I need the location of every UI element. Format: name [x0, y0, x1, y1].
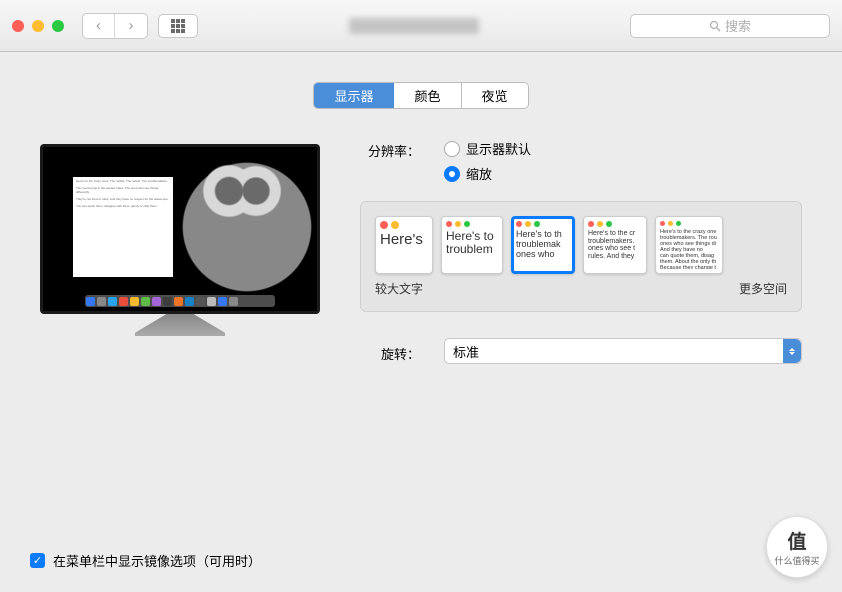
watermark-brand: 值	[787, 527, 806, 554]
window-preview: Here's to the crazy ones. The misfits. T…	[73, 177, 173, 277]
tab-color[interactable]: 颜色	[394, 83, 461, 108]
rotation-select[interactable]: 标准	[444, 338, 802, 364]
checkbox-checked-icon[interactable]: ✓	[30, 553, 45, 568]
radio-default-label: 显示器默认	[466, 139, 531, 158]
scale-option-1[interactable]: Here's	[375, 216, 433, 274]
chevron-updown-icon	[783, 339, 801, 363]
search-placeholder: 搜索	[725, 16, 751, 35]
radio-default[interactable]: 显示器默认	[444, 139, 531, 158]
scale-option-5[interactable]: Here's to the crazy one troublemakers. T…	[655, 216, 723, 274]
rotation-label: 旋转：	[360, 340, 420, 363]
window-title-blurred	[208, 18, 620, 34]
rotation-value: 标准	[453, 342, 479, 361]
monitor-stand	[135, 314, 225, 336]
resolution-label: 分辨率：	[360, 139, 420, 160]
window-toolbar: ‹ › 搜索	[0, 0, 842, 52]
scale-option-2[interactable]: Here's to troublem	[441, 216, 503, 274]
dock-preview	[85, 295, 275, 307]
grid-icon	[171, 19, 185, 33]
radio-scaled[interactable]: 缩放	[444, 164, 531, 183]
grid-button[interactable]	[158, 14, 198, 38]
forward-button[interactable]: ›	[115, 14, 147, 38]
tab-display[interactable]: 显示器	[314, 83, 394, 108]
close-icon[interactable]	[12, 20, 24, 32]
back-button[interactable]: ‹	[83, 14, 115, 38]
search-icon	[709, 20, 721, 32]
content-area: 显示器 颜色 夜览 Here's to the crazy ones. The …	[0, 52, 842, 394]
monitor-preview: Here's to the crazy ones. The misfits. T…	[40, 144, 320, 344]
scale-option-4[interactable]: Here's to the cr troublemakers. ones who…	[583, 216, 647, 274]
traffic-lights	[12, 20, 64, 32]
watermark-badge: 值 什么值得买	[766, 516, 828, 578]
nav-buttons: ‹ ›	[82, 13, 148, 39]
scale-label-larger: 较大文字	[375, 280, 423, 297]
tab-night[interactable]: 夜览	[462, 83, 528, 108]
scale-option-3[interactable]: Here's to th troublemak ones who	[511, 216, 575, 274]
minimize-icon[interactable]	[32, 20, 44, 32]
mirror-option[interactable]: ✓ 在菜单栏中显示镜像选项（可用时）	[30, 551, 261, 570]
radio-scaled-label: 缩放	[466, 164, 492, 183]
zoom-icon[interactable]	[52, 20, 64, 32]
scale-picker: Here's Here's to troublem Here's to th t…	[360, 201, 802, 312]
scale-label-more-space: 更多空间	[739, 280, 787, 297]
search-input[interactable]: 搜索	[630, 14, 830, 38]
mirror-label: 在菜单栏中显示镜像选项（可用时）	[53, 551, 261, 570]
radio-icon	[444, 141, 460, 157]
radio-icon	[444, 166, 460, 182]
watermark-tagline: 什么值得买	[774, 554, 819, 567]
wallpaper-preview	[157, 144, 320, 314]
tab-bar: 显示器 颜色 夜览	[40, 82, 802, 109]
